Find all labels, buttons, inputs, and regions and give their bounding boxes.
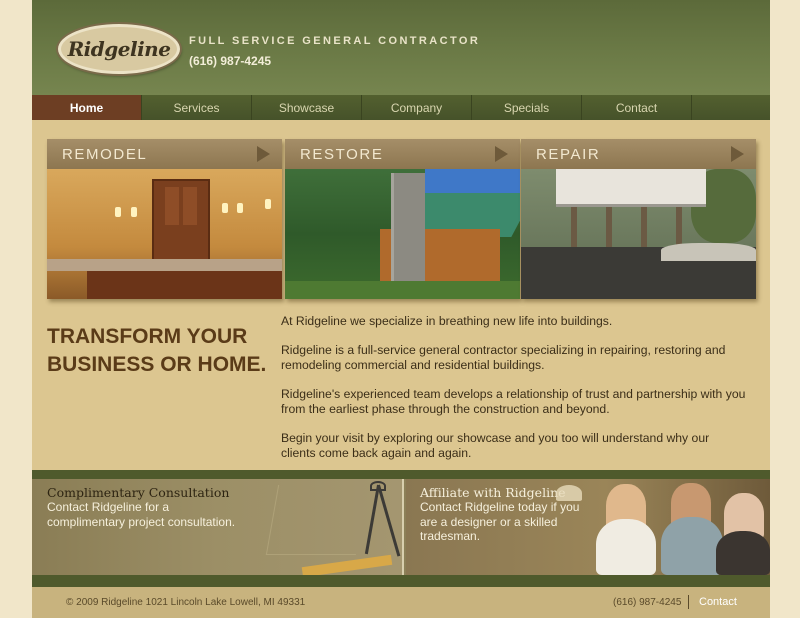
intro-paragraph: Ridgeline's experienced team develops a … — [281, 387, 746, 416]
intro-paragraph: Ridgeline is a full-service general cont… — [281, 343, 726, 372]
intro-text: At Ridgeline we specialize in breathing … — [281, 314, 746, 475]
ridgeline-logo[interactable]: Ridgeline — [58, 24, 180, 74]
blueprint-drawing — [265, 485, 369, 555]
panel-restore-title: RESTORE — [300, 145, 384, 163]
consultation-title: Complimentary Consultation — [47, 485, 230, 500]
headline-line-1: TRANSFORM YOUR — [47, 325, 248, 348]
repair-photo[interactable] — [521, 169, 756, 299]
headline-line-2: BUSINESS OR HOME. — [47, 353, 267, 376]
affiliate-title: Affiliate with Ridgeline — [420, 485, 566, 500]
nav-item-specials[interactable]: Specials — [472, 95, 582, 120]
footer-phone: (616) 987-4245 — [613, 597, 682, 608]
intro-paragraph: At Ridgeline we specialize in breathing … — [281, 314, 613, 328]
header-phone: (616) 987-4245 — [189, 54, 272, 68]
affiliate-promo[interactable]: Affiliate with Ridgeline Contact Ridgeli… — [406, 479, 770, 575]
panel-repair-title: REPAIR — [536, 145, 601, 163]
consultation-promo[interactable]: Complimentary Consultation Contact Ridge… — [32, 479, 404, 578]
intro-paragraph: Begin your visit by exploring our showca… — [281, 431, 710, 460]
arrow-right-icon — [257, 146, 270, 162]
panel-remodel[interactable]: REMODEL — [47, 139, 282, 299]
consultation-text: Contact Ridgeline for a complimentary pr… — [47, 500, 236, 529]
footer-copyright: © 2009 Ridgeline 1021 Lincoln Lake Lowel… — [66, 597, 306, 608]
nav-item-services[interactable]: Services — [142, 95, 252, 120]
site-header: Ridgeline FULL SERVICE GENERAL CONTRACTO… — [32, 0, 770, 95]
ruler-icon — [301, 554, 393, 578]
main-nav: Home Services Showcase Company Specials … — [32, 95, 770, 120]
panel-restore[interactable]: RESTORE — [285, 139, 520, 299]
affiliate-text: Contact Ridgeline today if you are a des… — [420, 500, 580, 543]
nav-item-home[interactable]: Home — [32, 95, 142, 120]
bottom-divider-top — [32, 470, 770, 479]
logo-text: Ridgeline — [67, 37, 171, 61]
bottom-divider-bottom — [32, 575, 770, 587]
footer-contact-link[interactable]: Contact — [699, 596, 737, 608]
page-container: Ridgeline FULL SERVICE GENERAL CONTRACTO… — [32, 0, 770, 618]
footer-separator — [688, 595, 689, 609]
promo-area: Complimentary Consultation Contact Ridge… — [32, 479, 770, 578]
restore-photo[interactable] — [285, 169, 520, 299]
nav-item-showcase[interactable]: Showcase — [252, 95, 362, 120]
arrow-right-icon — [495, 146, 508, 162]
panel-repair[interactable]: REPAIR — [521, 139, 756, 299]
panel-remodel-bar[interactable]: REMODEL — [47, 139, 282, 169]
arrow-right-icon — [731, 146, 744, 162]
remodel-photo[interactable] — [47, 169, 282, 299]
headline: TRANSFORM YOUR BUSINESS OR HOME. — [47, 323, 272, 379]
panel-remodel-title: REMODEL — [62, 145, 148, 163]
tagline: FULL SERVICE GENERAL CONTRACTOR — [189, 35, 481, 47]
panel-repair-bar[interactable]: REPAIR — [521, 139, 756, 169]
nav-item-contact[interactable]: Contact — [582, 95, 692, 120]
site-footer: © 2009 Ridgeline 1021 Lincoln Lake Lowel… — [32, 587, 770, 618]
nav-item-company[interactable]: Company — [362, 95, 472, 120]
panel-restore-bar[interactable]: RESTORE — [285, 139, 520, 169]
